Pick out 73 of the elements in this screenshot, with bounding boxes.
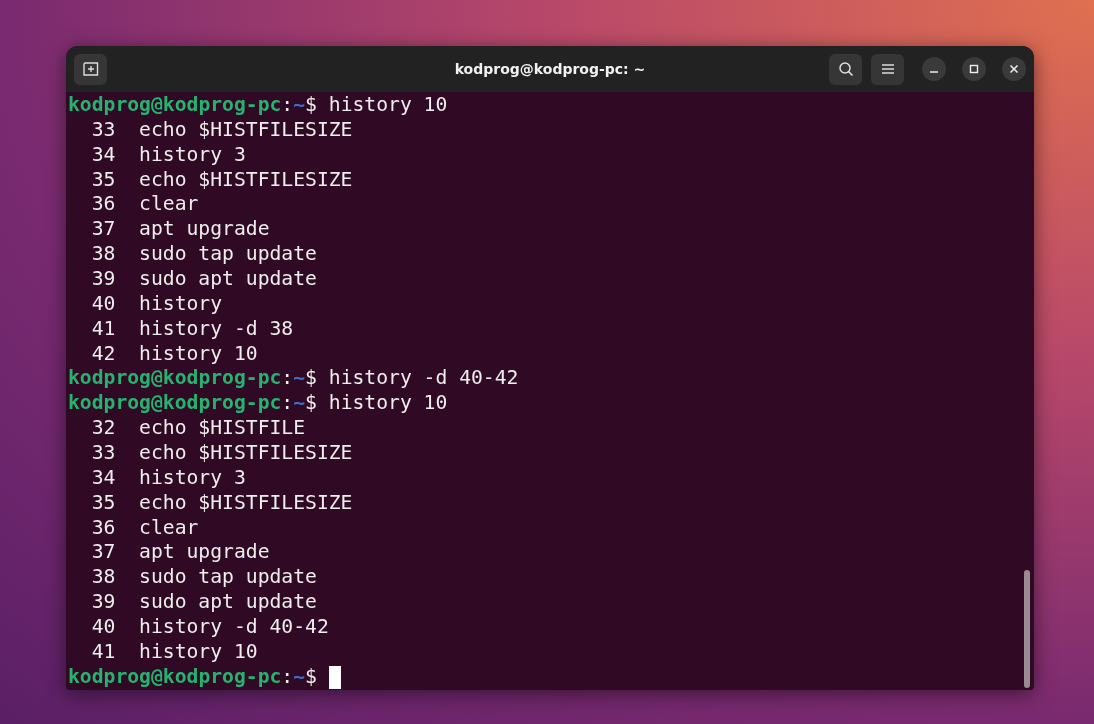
history-number: 33 — [90, 441, 116, 466]
new-tab-button[interactable] — [74, 53, 107, 85]
prompt-path: ~ — [293, 664, 306, 690]
history-number: 35 — [90, 167, 116, 193]
prompt-separator: : — [281, 391, 294, 417]
command-text: history 10 — [328, 391, 448, 417]
prompt-separator: : — [281, 664, 294, 690]
window-title: kodprog@kodprog-pc: ~ — [454, 61, 646, 77]
scrollbar[interactable] — [1024, 570, 1030, 688]
prompt-user-host: kodprog@kodprog-pc — [68, 664, 282, 690]
history-number: 38 — [90, 242, 116, 268]
history-command: sudo apt update — [139, 267, 317, 292]
history-command: echo $HISTFILE — [139, 416, 306, 442]
search-icon — [837, 61, 854, 77]
history-number: 35 — [90, 490, 116, 516]
prompt-user-host: kodprog@kodprog-pc — [68, 93, 282, 118]
minimize-button[interactable] — [922, 57, 946, 81]
history-number: 34 — [90, 465, 116, 491]
history-number: 39 — [90, 267, 116, 292]
command-text: history 10 — [328, 93, 448, 118]
menu-button[interactable] — [871, 53, 904, 85]
history-command: history -d 38 — [139, 316, 294, 342]
history-command: history 3 — [139, 465, 246, 491]
new-tab-icon — [82, 62, 99, 76]
history-command: sudo apt update — [139, 590, 317, 616]
history-number: 38 — [90, 565, 116, 591]
prompt-user-host: kodprog@kodprog-pc — [68, 391, 282, 417]
history-number: 32 — [90, 416, 116, 442]
minimize-icon — [930, 71, 938, 73]
history-command: echo $HISTFILESIZE — [139, 441, 353, 466]
history-command: sudo tap update — [139, 565, 317, 591]
prompt-path: ~ — [293, 391, 306, 417]
close-icon — [1009, 64, 1019, 74]
history-number: 36 — [90, 192, 116, 218]
history-command: echo $HISTFILESIZE — [139, 490, 353, 516]
maximize-icon — [969, 64, 979, 74]
prompt-path: ~ — [293, 93, 306, 118]
history-number: 34 — [90, 142, 116, 168]
maximize-button[interactable] — [962, 57, 986, 81]
history-number: 41 — [90, 316, 116, 342]
prompt-symbol: $ — [305, 664, 317, 690]
prompt-path: ~ — [293, 366, 306, 392]
history-command: clear — [139, 192, 199, 218]
menu-icon — [881, 64, 894, 74]
history-command: apt upgrade — [139, 540, 270, 566]
history-command: history 3 — [139, 142, 246, 168]
prompt-symbol: $ — [305, 391, 317, 417]
history-command: echo $HISTFILESIZE — [139, 167, 353, 193]
history-command: echo $HISTFILESIZE — [139, 117, 353, 143]
prompt-symbol: $ — [305, 366, 317, 392]
prompt-separator: : — [281, 366, 294, 392]
history-number: 39 — [90, 590, 116, 616]
search-button[interactable] — [829, 53, 862, 85]
history-command: history 10 — [139, 639, 258, 665]
command-text: history -d 40-42 — [328, 366, 519, 392]
history-number: 42 — [90, 341, 116, 367]
close-button[interactable] — [1002, 57, 1026, 81]
history-number: 41 — [90, 639, 116, 665]
history-number: 36 — [90, 515, 116, 541]
history-number: 37 — [90, 540, 116, 566]
history-command: apt upgrade — [139, 217, 270, 243]
history-number: 40 — [90, 291, 116, 317]
history-number: 40 — [90, 615, 116, 640]
history-command: clear — [139, 515, 199, 541]
history-command: sudo tap update — [139, 242, 317, 268]
prompt-symbol: $ — [305, 93, 317, 118]
history-number: 37 — [90, 217, 116, 243]
history-number: 33 — [90, 117, 116, 143]
history-command: history — [139, 291, 223, 317]
history-command: history -d 40-42 — [139, 615, 329, 640]
prompt-user-host: kodprog@kodprog-pc — [68, 366, 282, 392]
prompt-separator: : — [281, 93, 294, 118]
history-command: history 10 — [139, 341, 258, 367]
